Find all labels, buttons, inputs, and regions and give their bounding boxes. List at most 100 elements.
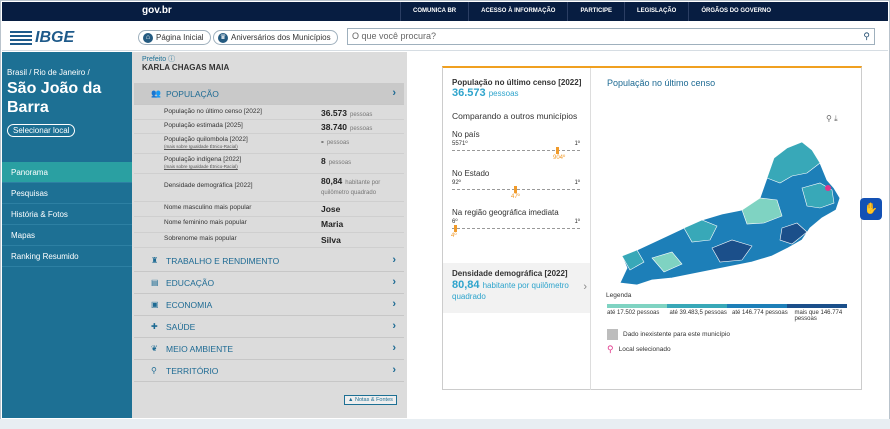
info-icon[interactable]: ⓘ <box>168 56 175 63</box>
section-saude[interactable]: ✚ SAÚDE › <box>134 316 404 338</box>
ethnic-link[interactable]: (mais sobre Igualdade Étnico-Racial) <box>164 143 314 150</box>
map-title: População no último censo <box>607 78 716 88</box>
gray-square-icon <box>607 329 618 340</box>
mayor-name: KARLA CHAGAS MAIA <box>142 63 230 72</box>
accessibility-icon[interactable]: ✋ <box>860 198 882 220</box>
rank-marker <box>454 225 457 232</box>
pop-title: População no último censo [2022] <box>452 78 582 87</box>
gov-link[interactable]: ACESSO À INFORMAÇÃO <box>468 2 567 21</box>
search-icon[interactable]: ⚲ <box>863 29 870 44</box>
table-row: Sobrenome mais popular Silva <box>134 233 404 248</box>
legend-bars <box>607 304 847 308</box>
section-meio-ambiente[interactable]: ❦ MEIO AMBIENTE › <box>134 338 404 360</box>
table-row: População quilombola [2022] (mais sobre I… <box>134 134 404 154</box>
gov-links: COMUNICA BR ACESSO À INFORMAÇÃO PARTICIP… <box>400 2 783 21</box>
table-row: Nome masculino mais popular Jose <box>134 202 404 217</box>
gov-bar: gov.br COMUNICA BR ACESSO À INFORMAÇÃO P… <box>2 2 888 21</box>
table-row: População estimada [2025] 38.740 pessoas <box>134 120 404 134</box>
legend-swatch <box>667 304 727 308</box>
money-icon: ▣ <box>151 300 159 309</box>
legend-swatch <box>607 304 667 308</box>
download-icon[interactable]: ⤓ <box>834 114 838 123</box>
chevron-right-icon: › <box>392 87 396 99</box>
anniversaries-button[interactable]: ♛ Aniversários dos Municípios <box>213 30 338 45</box>
home-button[interactable]: ⌂ Página Inicial <box>138 30 211 45</box>
book-icon: ▤ <box>151 278 159 287</box>
chevron-right-icon: › <box>392 320 396 332</box>
nav-item-mapas[interactable]: Mapas <box>2 225 132 246</box>
rank-country: No país 5571º 1º 904º <box>452 130 580 161</box>
chevron-right-icon: › <box>392 342 396 354</box>
table-row: População indígena [2022] (mais sobre Igu… <box>134 154 404 174</box>
nav-item-historia[interactable]: História & Fotos <box>2 204 132 225</box>
map-legend: Legenda até 17.502 pessoas até 39.483,5 … <box>606 292 856 354</box>
legend-selected: ⚲ Local selecionado <box>607 344 671 354</box>
site-header: IBGE ⌂ Página Inicial ♛ Aniversários dos M… <box>2 25 888 51</box>
notes-sources-button[interactable]: ▲ Notas & Fontes <box>344 395 397 405</box>
nav-item-panorama[interactable]: Panorama <box>2 162 132 183</box>
chevron-right-icon: › <box>392 298 396 310</box>
health-icon: ✚ <box>151 322 158 331</box>
left-sidebar: Brasil / Rio de Janeiro / São João da Ba… <box>2 52 132 418</box>
rank-label: 4º <box>451 233 457 239</box>
map-area: População no último censo ⚲ ⤓ Legenda at <box>592 68 862 390</box>
nav-item-pesquisas[interactable]: Pesquisas <box>2 183 132 204</box>
chevron-right-icon: › <box>392 254 396 266</box>
map-pin-icon: ⚲ <box>151 366 157 375</box>
select-local-button[interactable]: Selecionar local <box>7 124 76 137</box>
leaf-icon: ❦ <box>151 344 158 353</box>
rank-state: No Estado 92º 1º 47º <box>452 169 580 200</box>
stats-column: População no último censo [2022] 36.573 … <box>443 68 591 390</box>
pop-block: População no último censo [2022] 36.573 … <box>452 78 581 99</box>
search-input[interactable]: O que você procura? ⚲ <box>347 28 875 45</box>
gov-link[interactable]: ÓRGÃOS DO GOVERNO <box>688 2 783 21</box>
rank-region: Na região geográfica imediata 6º 1º 4º <box>451 208 580 239</box>
govbr-logo[interactable]: gov.br <box>142 5 172 16</box>
city-title: São João da Barra <box>7 80 102 116</box>
ethnic-link[interactable]: (mais sobre Igualdade Étnico-Racial) <box>164 163 314 170</box>
selected-location-icon <box>825 185 831 191</box>
indicator-panel: Prefeito ⓘ KARLA CHAGAS MAIA 👥 POPULAÇÃO ›… <box>132 52 407 418</box>
nav-item-ranking[interactable]: Ranking Resumido <box>2 246 132 267</box>
people-icon: 👥 <box>151 89 161 98</box>
legend-swatch <box>727 304 787 308</box>
compare-title: Comparando a outros municípios <box>452 111 578 121</box>
state-map[interactable] <box>592 128 862 288</box>
chevron-right-icon: › <box>583 281 587 293</box>
chevron-right-icon: › <box>392 276 396 288</box>
rank-label: 904º <box>553 155 566 161</box>
worker-icon: ♜ <box>151 256 159 265</box>
population-table: População no último censo [2022] 36.573 pe… <box>134 106 404 248</box>
rank-marker <box>514 186 517 193</box>
cake-icon: ♛ <box>218 32 228 43</box>
legend-no-data: Dado inexistente para este município <box>607 329 730 340</box>
section-educacao[interactable]: ▤ EDUCAÇÃO › <box>134 272 404 294</box>
gov-link[interactable]: COMUNICA BR <box>400 2 468 21</box>
ibge-logo-icon <box>10 31 32 45</box>
bottom-strip <box>0 419 890 429</box>
home-icon: ⌂ <box>143 32 153 43</box>
ibge-logo[interactable]: IBGE <box>10 29 74 47</box>
rank-label: 47º <box>511 194 520 200</box>
table-row: População no último censo [2022] 36.573 pe… <box>134 106 404 120</box>
legend-swatch <box>787 304 847 308</box>
table-row: Densidade demográfica [2022] 80,84 habitan… <box>134 174 404 202</box>
pop-value: 36.573 pessoas <box>452 87 519 99</box>
section-populacao[interactable]: 👥 POPULAÇÃO › <box>134 83 404 105</box>
map-tools: ⚲ ⤓ <box>826 114 838 124</box>
location-pin-icon: ⚲ <box>607 344 614 354</box>
left-nav: Panorama Pesquisas História & Fotos Mapa… <box>2 162 132 267</box>
section-trabalho[interactable]: ♜ TRABALHO E RENDIMENTO › <box>134 250 404 272</box>
table-row: Nome feminino mais popular Maria <box>134 217 404 233</box>
zoom-icon[interactable]: ⚲ <box>826 114 832 123</box>
gov-link[interactable]: LEGISLAÇÃO <box>624 2 688 21</box>
section-economia[interactable]: ▣ ECONOMIA › <box>134 294 404 316</box>
breadcrumb[interactable]: Brasil / Rio de Janeiro / <box>7 68 90 77</box>
chevron-right-icon: › <box>392 364 396 376</box>
density-card[interactable]: Densidade demográfica [2022] 80,84 habit… <box>443 263 590 313</box>
rank-marker <box>556 147 559 154</box>
legend-labels: até 17.502 pessoas até 39.483,5 pessoas … <box>607 310 843 322</box>
section-territorio[interactable]: ⚲ TERRITÓRIO › <box>134 360 404 382</box>
main-card: População no último censo [2022] 36.573 … <box>442 66 862 390</box>
gov-link[interactable]: PARTICIPE <box>567 2 624 21</box>
